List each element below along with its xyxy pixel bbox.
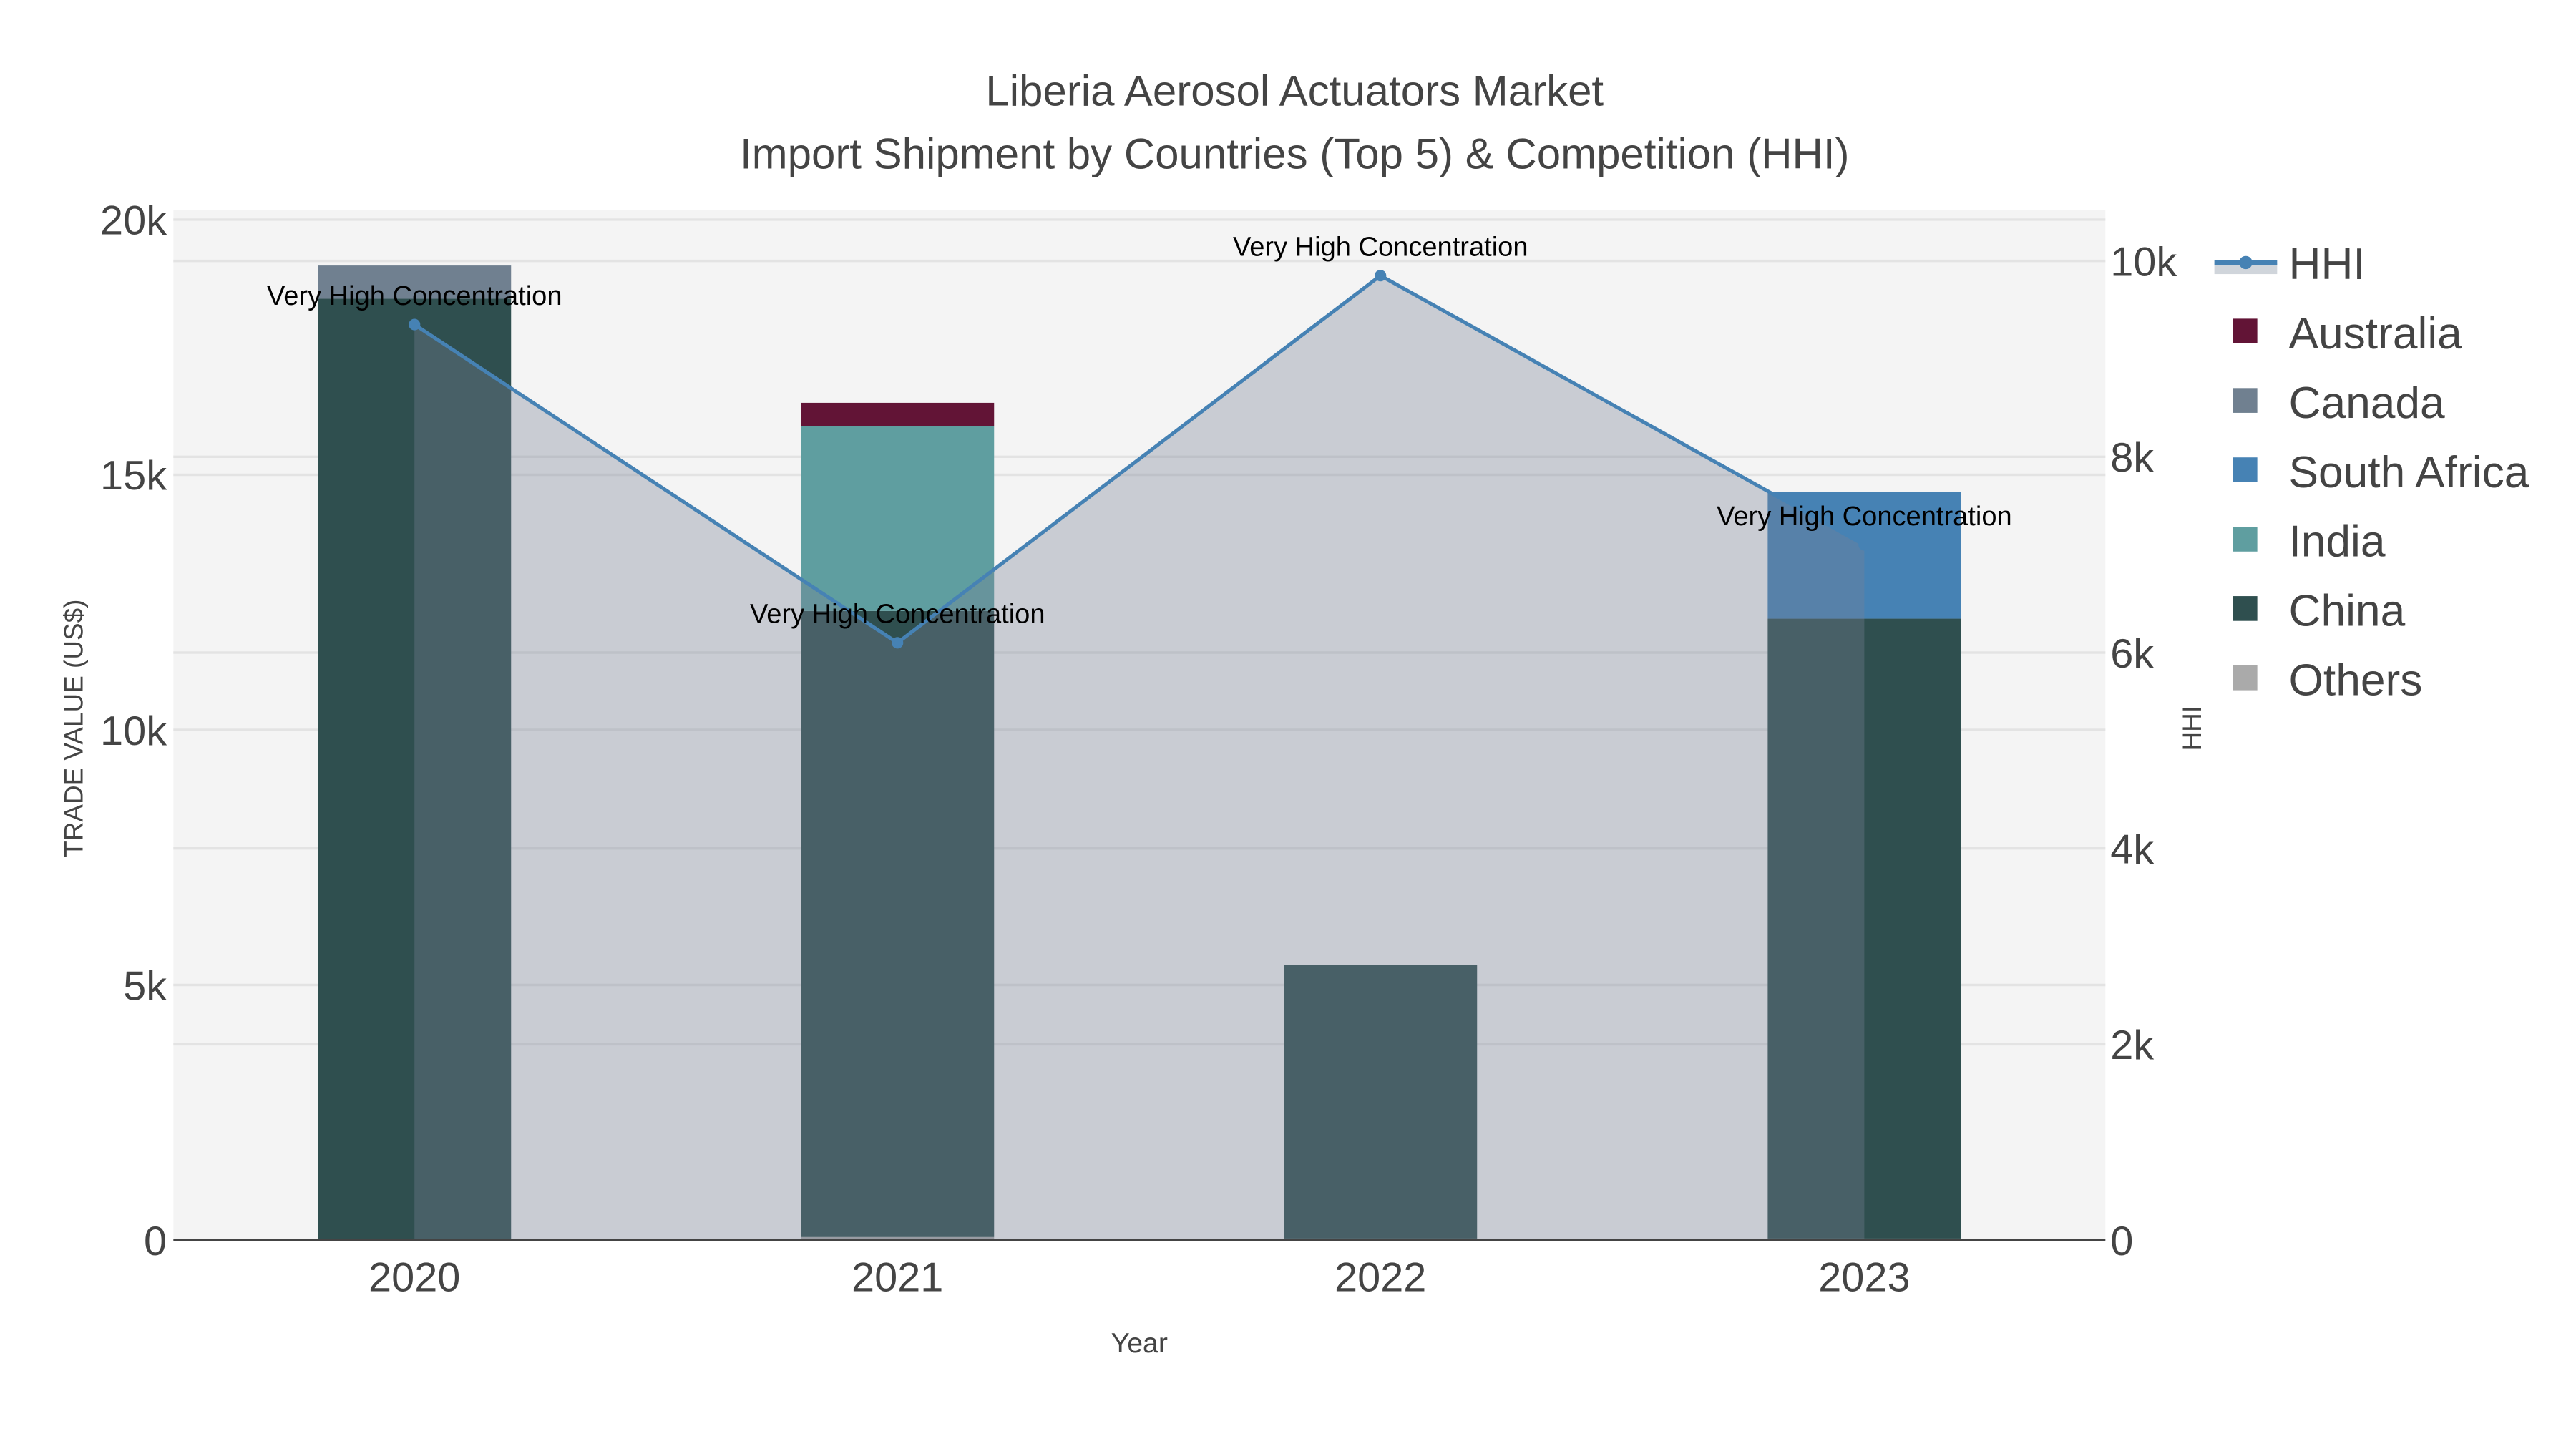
legend-label: Australia (2288, 309, 2462, 358)
hhi-annotation-2021: Very High Concentration (750, 600, 1045, 630)
legend-marker-icon (2239, 255, 2253, 270)
legend-label: HHI (2288, 240, 2365, 289)
legend-label: South Africa (2288, 448, 2529, 497)
y-tick-label: 20k (100, 198, 167, 244)
y2-tick-label: 6k (2110, 631, 2154, 677)
hhi-point-2020 (409, 318, 421, 331)
x-tick-label: 2020 (369, 1255, 460, 1301)
y2-tick-label: 10k (2110, 239, 2177, 285)
chart: Very High Concentration Very High Concent… (0, 0, 2576, 1449)
x-tick-label: 2021 (852, 1255, 943, 1301)
hhi-annotation-2020: Very High Concentration (267, 281, 562, 311)
hhi-point-2023 (1858, 539, 1870, 551)
x-tick-label: 2022 (1335, 1255, 1426, 1301)
bar-australia-2021 (801, 402, 995, 426)
chart-subtitle: Import Shipment by Countries (Top 5) & C… (740, 130, 1850, 177)
legend-swatch (2233, 596, 2258, 621)
y-tick-label: 15k (100, 453, 167, 499)
legend-label: India (2288, 517, 2385, 567)
legend-swatch (2233, 318, 2258, 343)
legend-swatch (2233, 665, 2258, 691)
y2-tick-label: 2k (2110, 1023, 2154, 1068)
y2-axis-label: HHI (2177, 706, 2207, 751)
bar-india-2021 (801, 426, 995, 611)
x-axis-label: Year (1111, 1327, 1168, 1359)
hhi-point-2022 (1375, 270, 1387, 282)
x-tick-label: 2023 (1818, 1255, 1910, 1301)
y2-tick-label: 4k (2110, 826, 2154, 872)
hhi-point-2021 (892, 637, 904, 649)
legend-label: Others (2288, 656, 2422, 706)
y-axis-label: TRADE VALUE (US$) (59, 600, 88, 857)
legend-swatch (2233, 388, 2258, 413)
y2-tick-label: 0 (2110, 1219, 2133, 1264)
legend-swatch (2233, 527, 2258, 552)
y-tick-label: 5k (123, 963, 167, 1009)
hhi-annotation-2023: Very High Concentration (1717, 502, 2012, 532)
y2-tick-label: 8k (2110, 435, 2154, 481)
hhi-annotation-2022: Very High Concentration (1233, 232, 1528, 262)
y-tick-label: 0 (144, 1219, 167, 1264)
legend-swatch (2233, 457, 2258, 482)
chart-title: Liberia Aerosol Actuators Market (985, 67, 1604, 115)
legend-label: Canada (2288, 379, 2445, 428)
y-tick-label: 10k (100, 708, 167, 754)
legend-label: China (2288, 587, 2405, 636)
